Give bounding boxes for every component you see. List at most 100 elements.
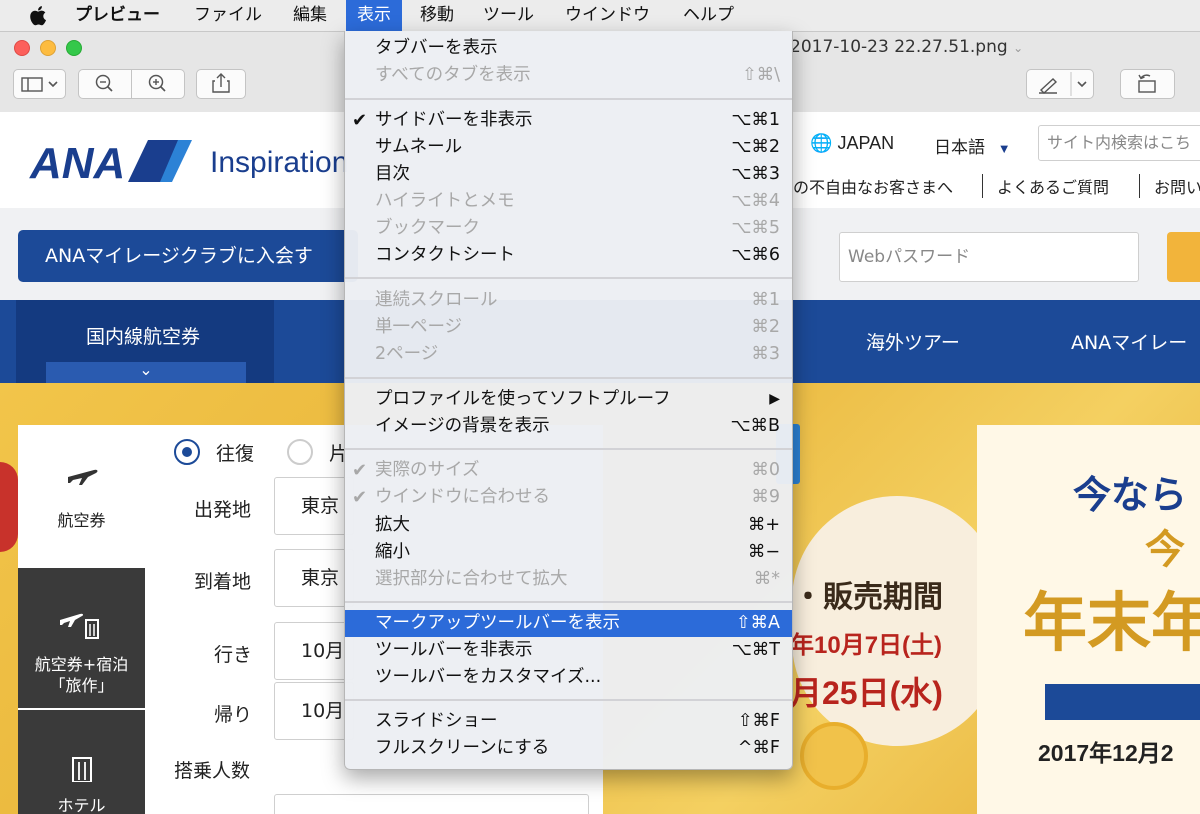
nav-tab-mileage[interactable]: ANAマイレー [1071, 328, 1187, 355]
arrival-input[interactable]: 東京 [274, 549, 354, 607]
side-tab-flight-hotel-label: 航空券+宿泊 「旅作」 [34, 655, 129, 695]
radio-oneway[interactable] [287, 439, 313, 465]
menu-item-fullscreen[interactable]: フルスクリーンにする ^⌘F [345, 735, 792, 762]
window-title-text: 2017-10-23 22.27.51.png [790, 37, 1008, 57]
region-label: JAPAN [837, 133, 895, 153]
markup-button[interactable] [1026, 69, 1094, 99]
menu-item-shortcut: ⌘2 [751, 317, 780, 337]
menu-item-shortcut: ⌥⌘2 [731, 137, 780, 157]
header-link-contact[interactable]: お問い [1139, 174, 1200, 198]
site-search-input[interactable]: サイト内検索はこち [1038, 125, 1200, 161]
menu-app-preview[interactable]: プレビュー [66, 0, 169, 31]
menu-item-bookmarks: ブックマーク ⌥⌘5 [345, 215, 792, 242]
side-tab-flight-hotel[interactable]: 航空券+宿泊 「旅作」 [18, 568, 145, 708]
zoom-window-button[interactable] [66, 40, 82, 56]
language-selector[interactable]: 日本語 ▼ [934, 133, 1011, 158]
menu-tools[interactable]: ツール [474, 0, 543, 31]
menu-window[interactable]: ウインドウ [556, 0, 659, 31]
menu-bar: プレビュー ファイル 編集 表示 移動 ツール ウインドウ ヘルプ [0, 0, 1200, 32]
side-tab-hotel[interactable]: ホテル [18, 710, 145, 814]
menu-item-table-of-contents[interactable]: 目次 ⌥⌘3 [345, 161, 792, 188]
rotate-icon [1138, 74, 1156, 93]
menu-item-shortcut: ⌥⌘5 [731, 218, 780, 238]
menu-file[interactable]: ファイル [185, 0, 271, 31]
menu-item-label: 連続スクロール [375, 290, 498, 310]
departure-input[interactable]: 東京 [274, 477, 354, 535]
login-button[interactable] [1167, 232, 1200, 282]
promo-date-start: 年10月7日(土) [790, 632, 943, 659]
menu-item-label: 拡大 [375, 515, 410, 535]
menu-item-zoom-in[interactable]: 拡大 ⌘+ [345, 512, 792, 539]
airplane-icon [68, 469, 98, 485]
rotate-button[interactable] [1120, 69, 1175, 99]
menu-item-shortcut: ⌘* [753, 569, 780, 589]
menu-item-label: スライドショー [375, 711, 498, 731]
menu-item-label: ツールバーを非表示 [375, 640, 533, 660]
menu-item-zoom-to-fit: ✔ ウインドウに合わせる ⌘9 [345, 484, 792, 511]
side-tab-hotel-label: ホテル [57, 796, 106, 814]
sidebar-toggle-button[interactable] [13, 69, 66, 99]
return-date-input[interactable]: 10月 [274, 682, 354, 740]
menu-item-thumbnails[interactable]: サムネール ⌥⌘2 [345, 134, 792, 161]
view-menu: タブバーを表示 すべてのタブを表示 ⇧⌘\ ✔ サイドバーを非表示 ⌥⌘1 サム… [344, 31, 793, 770]
menu-item-highlights-notes: ハイライトとメモ ⌥⌘4 [345, 188, 792, 215]
nav-tab-overseas-tour[interactable]: 海外ツアー [866, 328, 960, 355]
menu-item-shortcut: ⌥⌘1 [731, 110, 780, 130]
menu-go[interactable]: 移動 [411, 0, 463, 31]
nav-tab-domestic[interactable]: 国内線航空券 ⌄ [16, 300, 274, 383]
menu-item-shortcut: ⌘9 [751, 487, 780, 507]
menu-separator [345, 277, 792, 279]
menu-item-shortcut: ⌘1 [751, 290, 780, 310]
header-link-accessibility[interactable]: の不自由なお客さまへ [793, 174, 953, 198]
decoration-flower [0, 462, 18, 552]
zoom-in-icon[interactable] [132, 70, 184, 98]
menu-item-image-background[interactable]: イメージの背景を表示 ⌥⌘B [345, 413, 792, 440]
outbound-date-input[interactable]: 10月 [274, 622, 354, 680]
language-label: 日本語 [934, 138, 985, 157]
chevron-down-icon[interactable]: ⌄ [46, 362, 246, 383]
share-button[interactable] [196, 69, 246, 99]
menu-item-label: プロファイルを使ってソフトプルーフ [375, 389, 671, 409]
passengers-input[interactable] [274, 794, 589, 814]
web-password-input[interactable]: Webパスワード [839, 232, 1139, 282]
promo-date-end: 月25日(水) [790, 675, 943, 711]
side-tab-flights[interactable]: 航空券 [18, 425, 145, 567]
menu-item-contact-sheet[interactable]: コンタクトシート ⌥⌘6 [345, 242, 792, 269]
menu-item-hide-toolbar[interactable]: ツールバーを非表示 ⌥⌘T [345, 637, 792, 664]
menu-item-label: タブバーを表示 [375, 38, 498, 58]
zoom-out-icon[interactable] [79, 70, 131, 98]
menu-item-two-pages: 2ページ ⌘3 [345, 341, 792, 368]
menu-item-shortcut: ⌥⌘6 [731, 245, 780, 265]
minimize-window-button[interactable] [40, 40, 56, 56]
site-tagline: Inspiration [210, 146, 349, 179]
menu-view[interactable]: 表示 [346, 0, 402, 31]
menu-item-show-markup-toolbar[interactable]: マークアップツールバーを表示 ⇧⌘A [345, 610, 792, 637]
ana-logo[interactable]: ANA [28, 134, 198, 186]
menu-item-label: 2ページ [375, 344, 439, 364]
radio-roundtrip[interactable] [174, 439, 200, 465]
menu-item-shortcut: ⌘+ [747, 515, 780, 535]
menu-item-label: コンタクトシート [375, 245, 515, 265]
title-chevron-icon[interactable]: ⌄ [1013, 41, 1023, 55]
region-selector[interactable]: 🌐 JAPAN [810, 133, 894, 154]
apple-icon[interactable] [28, 4, 50, 27]
header-link-faq[interactable]: よくあるご質問 [982, 174, 1109, 198]
close-window-button[interactable] [14, 40, 30, 56]
menu-item-single-page: 単一ページ ⌘2 [345, 314, 792, 341]
menu-item-customize-toolbar[interactable]: ツールバーをカスタマイズ... [345, 664, 792, 691]
menu-separator [345, 601, 792, 603]
menu-item-label: ハイライトとメモ [375, 191, 515, 211]
menu-item-slideshow[interactable]: スライドショー ⇧⌘F [345, 708, 792, 735]
menu-edit[interactable]: 編集 [284, 0, 336, 31]
promo-headline-3: 年末年 [1023, 587, 1200, 659]
menu-item-hide-sidebar[interactable]: ✔ サイドバーを非表示 ⌥⌘1 [345, 107, 792, 134]
menu-item-soft-proof[interactable]: プロファイルを使ってソフトプルーフ ▶ [345, 386, 792, 413]
globe-icon: 🌐 [810, 133, 833, 153]
menu-item-shortcut: ⌥⌘4 [731, 191, 780, 211]
join-mileage-club-button[interactable]: ANAマイレージクラブに入会す [18, 230, 358, 282]
menu-help[interactable]: ヘルプ [674, 0, 743, 31]
menu-item-show-tab-bar[interactable]: タブバーを表示 [345, 35, 792, 62]
menu-item-shortcut: ⌘0 [751, 460, 780, 480]
flight-hotel-icon [60, 613, 99, 639]
menu-item-zoom-out[interactable]: 縮小 ⌘− [345, 539, 792, 566]
